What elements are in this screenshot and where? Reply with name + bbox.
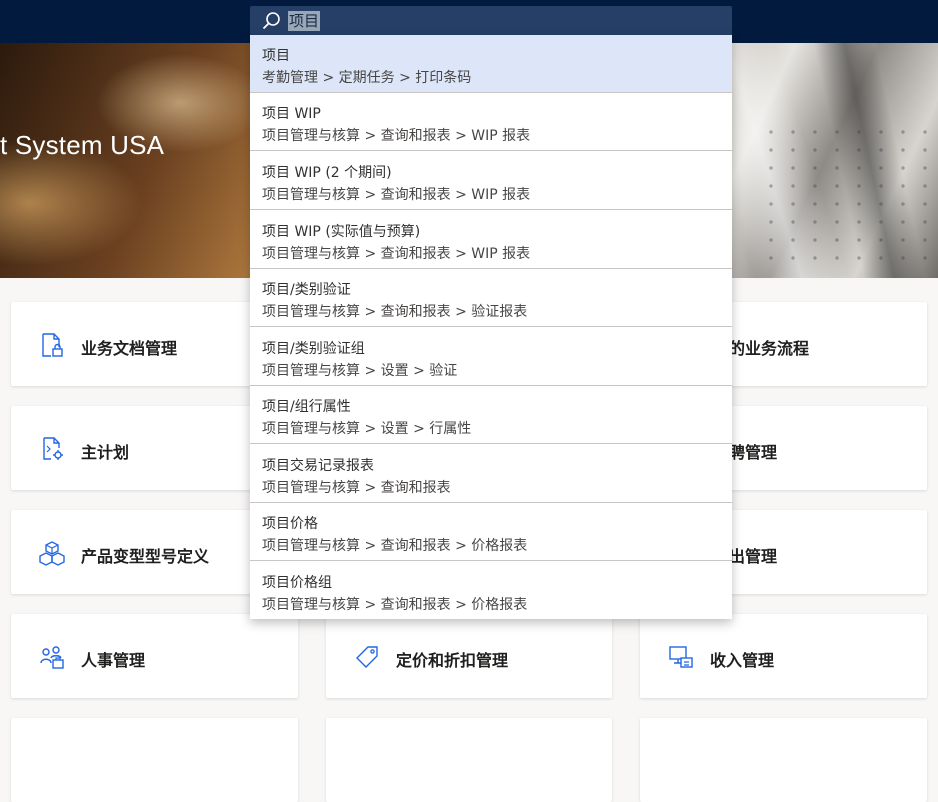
tile-label: 定价和折扣管理: [396, 651, 509, 670]
tile-label: 业务文档管理: [81, 339, 178, 358]
suggestion-title: 项目 WIP: [262, 106, 321, 122]
suggestion-title: 项目 WIP (实际值与预算): [262, 224, 421, 240]
people-icon: [40, 646, 64, 669]
suggestion-item[interactable]: 项目 WIP 项目管理与核算 > 查询和报表 > WIP 报表: [250, 93, 732, 151]
suggestion-title: 项目价格组: [262, 575, 332, 591]
search-suggestions-dropdown: 项目 考勤管理 > 定期任务 > 打印条码 项目 WIP 项目管理与核算 > 查…: [250, 35, 732, 619]
suggestion-path: 项目管理与核算 > 查询和报表 > WIP 报表: [262, 128, 531, 144]
navigation-search-box[interactable]: 项目: [250, 6, 732, 35]
suggestion-item[interactable]: 项目 WIP (2 个期间) 项目管理与核算 > 查询和报表 > WIP 报表: [250, 152, 732, 210]
suggestion-item[interactable]: 项目交易记录报表 项目管理与核算 > 查询和报表: [250, 445, 732, 503]
workspace-tile-personnel-management[interactable]: 人事管理: [11, 614, 298, 698]
search-icon: [262, 12, 280, 30]
cubes-icon: [39, 541, 65, 566]
tile-label: 人事管理: [81, 651, 146, 670]
suggestion-path: 项目管理与核算 > 查询和报表 > 价格报表: [262, 597, 528, 613]
suggestion-path: 项目管理与核算 > 查询和报表 > WIP 报表: [262, 187, 531, 203]
suggestion-title: 项目/类别验证: [262, 282, 351, 298]
document-gear-icon: [43, 437, 63, 460]
tile-label: 聘管理: [729, 443, 778, 462]
tile-label: 的业务流程: [729, 339, 810, 358]
workspace-tile[interactable]: [326, 718, 612, 802]
suggestion-item[interactable]: 项目价格组 项目管理与核算 > 查询和报表 > 价格报表: [250, 562, 732, 620]
suggestion-title: 项目 WIP (2 个期间): [262, 165, 392, 181]
suggestion-path: 项目管理与核算 > 设置 > 行属性: [262, 421, 472, 437]
tile-label: 出管理: [729, 547, 778, 566]
suggestion-item[interactable]: 项目/类别验证组 项目管理与核算 > 设置 > 验证: [250, 328, 732, 386]
suggestion-path: 考勤管理 > 定期任务 > 打印条码: [262, 70, 472, 86]
suggestion-title: 项目/组行属性: [262, 399, 351, 415]
suggestion-path: 项目管理与核算 > 查询和报表 > 验证报表: [262, 304, 528, 320]
suggestion-title: 项目/类别验证组: [262, 341, 365, 357]
workspace-tile-revenue-management[interactable]: 收入管理: [640, 614, 927, 698]
suggestion-title: 项目: [262, 48, 290, 64]
workspace-tile[interactable]: [640, 718, 927, 802]
suggestion-item[interactable]: 项目价格 项目管理与核算 > 查询和报表 > 价格报表: [250, 503, 732, 561]
suggestion-item[interactable]: 项目/组行属性 项目管理与核算 > 设置 > 行属性: [250, 386, 732, 444]
tile-label: 收入管理: [710, 651, 775, 670]
suggestion-path: 项目管理与核算 > 查询和报表 > WIP 报表: [262, 246, 531, 262]
suggestion-path: 项目管理与核算 > 查询和报表 > 价格报表: [262, 538, 528, 554]
suggestion-path: 项目管理与核算 > 设置 > 验证: [262, 363, 458, 379]
suggestion-item[interactable]: 项目 考勤管理 > 定期任务 > 打印条码: [250, 35, 732, 93]
search-input[interactable]: 项目: [288, 11, 321, 31]
hero-decoration: [760, 123, 938, 273]
company-title: t System USA: [0, 130, 165, 160]
tile-label: 主计划: [81, 443, 130, 462]
suggestion-title: 项目交易记录报表: [262, 458, 374, 474]
revenue-icon: [669, 646, 693, 668]
tag-icon: [356, 646, 378, 668]
workspace-tile-pricing-discount-management[interactable]: 定价和折扣管理: [326, 614, 612, 698]
suggestion-path: 项目管理与核算 > 查询和报表: [262, 480, 451, 496]
workspace-tile[interactable]: [11, 718, 298, 802]
tile-label: 产品变型型号定义: [81, 547, 210, 566]
suggestion-item[interactable]: 项目/类别验证 项目管理与核算 > 查询和报表 > 验证报表: [250, 269, 732, 327]
suggestion-item[interactable]: 项目 WIP (实际值与预算) 项目管理与核算 > 查询和报表 > WIP 报表: [250, 211, 732, 269]
document-lock-icon: [42, 333, 63, 357]
suggestion-title: 项目价格: [262, 516, 318, 532]
